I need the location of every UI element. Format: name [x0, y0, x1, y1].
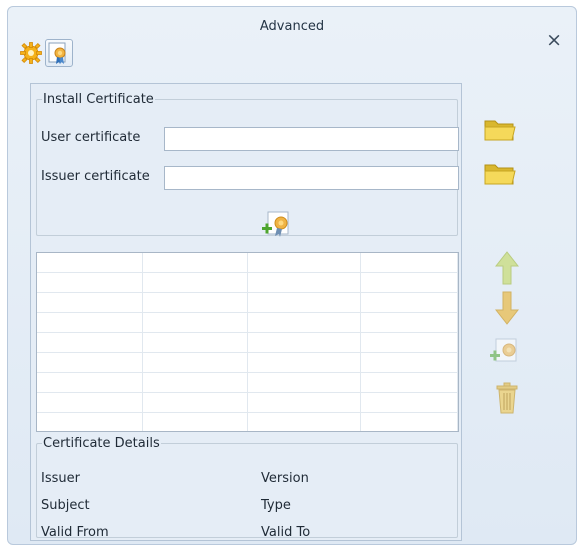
table-row[interactable]: [37, 392, 458, 413]
table-cell: [247, 392, 362, 413]
table-cell: [247, 253, 362, 273]
browse-issuer-certificate-button[interactable]: [483, 159, 517, 187]
close-button[interactable]: ×: [546, 31, 562, 50]
table-cell: [247, 332, 362, 353]
table-row[interactable]: [37, 352, 458, 373]
user-certificate-field[interactable]: [164, 127, 459, 151]
table-cell: [37, 292, 143, 313]
issuer-certificate-field[interactable]: [164, 166, 459, 190]
table-cell: [247, 372, 362, 393]
table-cell: [142, 272, 248, 293]
table-cell: [142, 292, 248, 313]
issuer-certificate-label: Issuer certificate: [41, 169, 150, 184]
folder-icon: [484, 120, 516, 141]
browse-user-certificate-button[interactable]: [483, 115, 517, 143]
trash-icon[interactable]: [495, 381, 519, 415]
table-row[interactable]: [37, 412, 458, 431]
advanced-dialog: Advanced × Install Certificate User cert…: [7, 6, 577, 545]
version-label: Version: [261, 471, 309, 486]
table-cell: [360, 372, 458, 393]
table-row[interactable]: [37, 312, 458, 333]
table-cell: [37, 392, 143, 413]
table-cell: [37, 372, 143, 393]
add-certificate-icon[interactable]: [488, 337, 522, 367]
table-cell: [142, 332, 248, 353]
user-certificate-label: User certificate: [41, 130, 141, 145]
table-cell: [142, 372, 248, 393]
table-cell: [247, 412, 362, 431]
table-cell: [37, 272, 143, 293]
table-row[interactable]: [37, 372, 458, 393]
table-cell: [360, 312, 458, 333]
table-row[interactable]: [37, 292, 458, 313]
table-cell: [142, 412, 248, 431]
table-cell: [142, 253, 248, 273]
table-cell: [360, 412, 458, 431]
issuer-label: Issuer: [41, 471, 80, 486]
table-cell: [37, 412, 143, 431]
table-cell: [37, 312, 143, 333]
table-row[interactable]: [37, 272, 458, 293]
certificate-icon: [48, 42, 66, 64]
table-cell: [37, 352, 143, 373]
table-cell: [37, 332, 143, 353]
table-cell: [360, 392, 458, 413]
gear-icon[interactable]: [20, 42, 42, 64]
add-certificate-icon[interactable]: [260, 210, 294, 238]
table-cell: [142, 352, 248, 373]
move-up-icon[interactable]: [495, 250, 519, 286]
table-cell: [360, 292, 458, 313]
table-row[interactable]: [37, 253, 458, 273]
folder-icon: [484, 164, 516, 185]
valid-from-label: Valid From: [41, 525, 109, 540]
move-down-icon[interactable]: [495, 290, 519, 326]
subject-label: Subject: [41, 498, 90, 513]
table-cell: [247, 312, 362, 333]
certificate-panel: Install Certificate User certificate Iss…: [30, 83, 462, 541]
table-cell: [37, 253, 143, 273]
certificate-details-legend: Certificate Details: [43, 436, 160, 451]
valid-to-label: Valid To: [261, 525, 311, 540]
table-cell: [142, 392, 248, 413]
certificate-list[interactable]: [36, 252, 459, 432]
certificate-tab[interactable]: [45, 39, 73, 67]
table-cell: [360, 253, 458, 273]
install-certificate-group: Install Certificate User certificate Iss…: [36, 92, 459, 238]
table-cell: [247, 272, 362, 293]
table-cell: [247, 292, 362, 313]
table-cell: [247, 352, 362, 373]
table-cell: [360, 352, 458, 373]
type-label: Type: [261, 498, 291, 513]
table-cell: [142, 312, 248, 333]
table-cell: [360, 272, 458, 293]
table-row[interactable]: [37, 332, 458, 353]
window-title: Advanced: [259, 19, 325, 34]
table-cell: [360, 332, 458, 353]
certificate-details-group: Certificate Details Issuer Version Subje…: [36, 436, 458, 540]
install-certificate-legend: Install Certificate: [43, 92, 154, 107]
